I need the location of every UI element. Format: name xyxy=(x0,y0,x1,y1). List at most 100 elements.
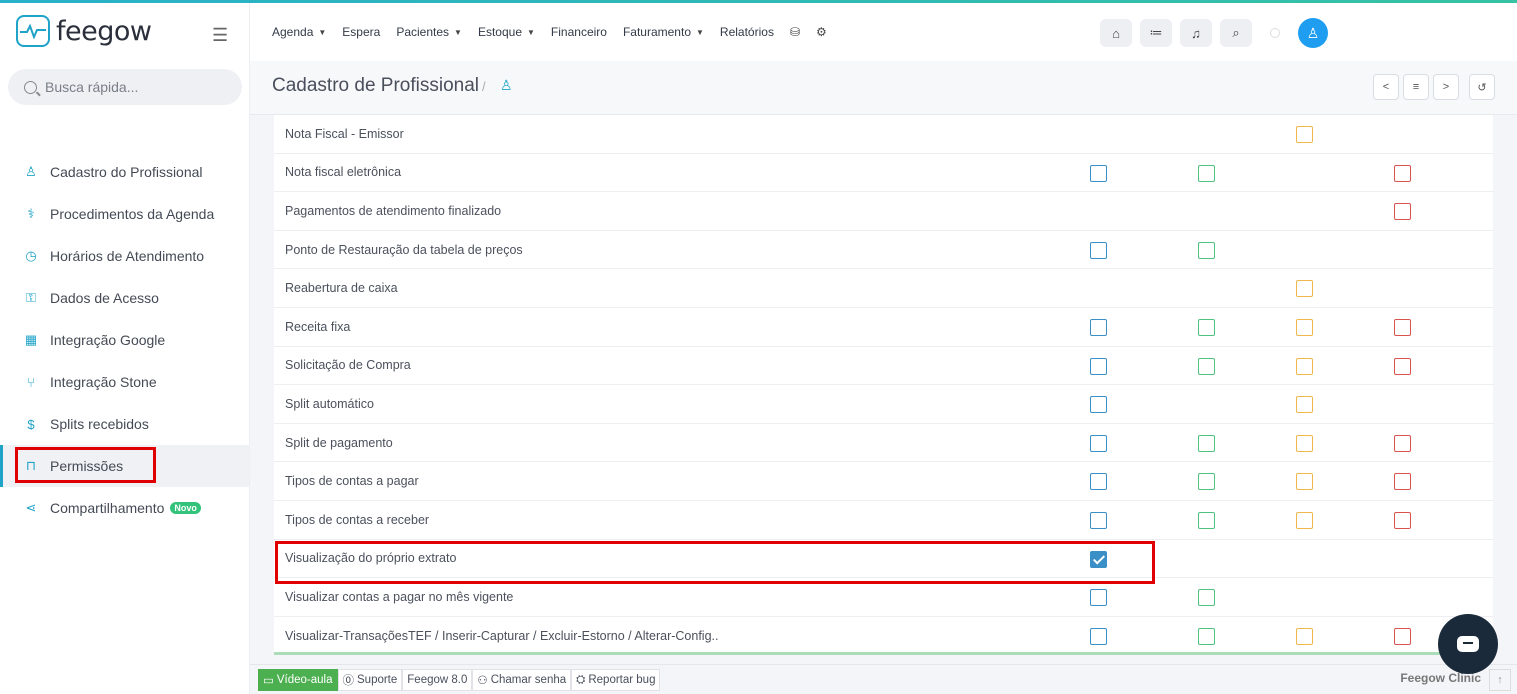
user-icon: ♙ xyxy=(500,77,513,93)
sidebar-item-label: Horários de Atendimento xyxy=(50,248,205,264)
sidebar-item-1[interactable]: ⚕ Procedimentos da Agenda xyxy=(0,193,249,235)
permission-checkbox-4[interactable] xyxy=(1394,318,1411,336)
sidebar-item-label: Cadastro do Profissional xyxy=(50,164,203,180)
previous-icon[interactable]: < xyxy=(1373,74,1399,100)
sidebar-item-7[interactable]: ⊓ Permissões xyxy=(0,445,249,487)
permission-label: Ponto de Restauração da tabela de preços xyxy=(285,242,523,257)
nav-item-label: Estoque xyxy=(477,25,522,39)
permission-checkbox-1[interactable] xyxy=(1090,511,1107,529)
permission-checkbox-2[interactable] xyxy=(1198,511,1215,529)
sidebar-item-0[interactable]: ♙ Cadastro do Profissional xyxy=(0,151,249,193)
user-avatar[interactable]: ♙ xyxy=(1298,18,1328,48)
permission-checkbox-2[interactable] xyxy=(1198,627,1215,645)
report-bug-button[interactable]: ⛭ Reportar bug xyxy=(571,669,661,691)
breadcrumb-separator: / xyxy=(482,79,486,94)
bug-icon: ⛭ xyxy=(576,673,586,686)
nav-item-5[interactable]: Faturamento ▼ xyxy=(623,25,704,39)
permission-checkbox-2[interactable] xyxy=(1198,434,1215,452)
permission-checkbox-4[interactable] xyxy=(1394,434,1411,452)
scroll-top-icon[interactable]: ↑ xyxy=(1489,669,1511,691)
sidebar-item-3[interactable]: ⚿ Dados de Acesso xyxy=(0,277,249,319)
chevron-down-icon: ▼ xyxy=(318,27,327,37)
nav-item-0[interactable]: Agenda ▼ xyxy=(272,25,326,39)
sidebar-item-label: Procedimentos da Agenda xyxy=(50,206,215,222)
nav-item-3[interactable]: Estoque ▼ xyxy=(478,25,535,39)
video-lesson-button[interactable]: ▭ Vídeo-aula xyxy=(258,669,338,691)
permission-checkbox-2[interactable] xyxy=(1198,241,1215,259)
permission-checkbox-2[interactable] xyxy=(1198,473,1215,491)
video-icon: ▭ xyxy=(263,675,274,687)
next-icon[interactable]: > xyxy=(1433,74,1459,100)
permission-checkbox-4[interactable] xyxy=(1394,357,1411,375)
permission-label: Visualização do próprio extrato xyxy=(285,551,457,566)
sidebar-item-8[interactable]: ⋖ Compartilhamento Novo xyxy=(0,487,249,529)
permission-checkbox-3[interactable] xyxy=(1296,473,1313,491)
permission-checkbox-2[interactable] xyxy=(1198,164,1215,182)
header-tools: ⌂ ≔ ♫ ⌕ ♙ xyxy=(1100,18,1328,48)
permission-checkbox-3[interactable] xyxy=(1296,280,1313,298)
quick-search[interactable] xyxy=(8,69,242,105)
brand-logo[interactable]: feegow xyxy=(16,15,152,47)
permission-checkbox-3[interactable] xyxy=(1296,396,1313,414)
permission-checkbox-2[interactable] xyxy=(1198,589,1215,607)
permission-checkbox-4[interactable] xyxy=(1394,627,1411,645)
chat-launcher-button[interactable] xyxy=(1438,614,1498,674)
permission-checkbox-1[interactable] xyxy=(1090,318,1107,336)
nav-item-label: Agenda xyxy=(272,25,314,39)
permission-checkbox-1[interactable] xyxy=(1090,396,1107,414)
search-input[interactable] xyxy=(45,79,225,95)
permission-checkbox-2[interactable] xyxy=(1198,357,1215,375)
support-button[interactable]: ⓪ Suporte xyxy=(337,669,403,691)
chevron-down-icon: ▼ xyxy=(696,27,704,37)
inbox-icon[interactable]: ⌂ xyxy=(1100,19,1132,47)
nav-item-1[interactable]: Espera xyxy=(342,25,380,39)
permission-checkbox-2[interactable] xyxy=(1198,318,1215,336)
permission-checkbox-4[interactable] xyxy=(1394,511,1411,529)
permission-row: Visualizar-TransaçõesTEF / Inserir-Captu… xyxy=(274,617,1493,655)
list-icon[interactable]: ≡ xyxy=(1403,74,1429,100)
permission-checkbox-1[interactable] xyxy=(1090,241,1107,259)
permission-checkbox-3[interactable] xyxy=(1296,126,1313,143)
bell-icon[interactable]: ♫ xyxy=(1180,19,1212,47)
chat-bubble-icon xyxy=(1457,636,1479,652)
hamburger-menu-icon[interactable]: ☰ xyxy=(212,25,228,46)
permission-checkbox-3[interactable] xyxy=(1296,357,1313,375)
database-icon[interactable]: ⛁ xyxy=(790,25,800,39)
call-password-button[interactable]: ⚇ Chamar senha xyxy=(472,669,572,691)
permission-checkbox-1[interactable] xyxy=(1090,473,1107,491)
permission-row: Split de pagamento xyxy=(274,424,1493,463)
permission-checkbox-3[interactable] xyxy=(1296,318,1313,336)
permission-checkbox-4[interactable] xyxy=(1394,203,1411,221)
permission-checkbox-4[interactable] xyxy=(1394,473,1411,491)
permission-rows: Nota Fiscal - Emissor Nota fiscal eletrôn… xyxy=(274,115,1493,655)
permission-row: Solicitação de Compra xyxy=(274,347,1493,386)
nav-item-6[interactable]: Relatórios xyxy=(720,25,774,39)
permission-checkbox-1[interactable] xyxy=(1090,357,1107,375)
permission-checkbox-1[interactable] xyxy=(1090,627,1107,645)
permission-checkbox-4[interactable] xyxy=(1394,164,1411,182)
stethoscope-icon: ⚕ xyxy=(27,206,35,221)
permission-label: Solicitação de Compra xyxy=(285,358,411,373)
permission-checkbox-1[interactable] xyxy=(1090,550,1107,568)
nav-item-4[interactable]: Financeiro xyxy=(551,25,607,39)
sidebar-item-4[interactable]: ▦ Integração Google xyxy=(0,319,249,361)
gear-icon[interactable]: ⚙ xyxy=(816,25,827,39)
history-icon[interactable]: ↺ xyxy=(1469,74,1495,100)
nav-item-2[interactable]: Pacientes ▼ xyxy=(396,25,462,39)
permission-row: Tipos de contas a pagar xyxy=(274,462,1493,501)
permission-checkbox-1[interactable] xyxy=(1090,434,1107,452)
table-bottom-border xyxy=(274,652,1493,655)
permission-checkbox-3[interactable] xyxy=(1296,627,1313,645)
sidebar-item-6[interactable]: $ Splits recebidos xyxy=(0,403,249,445)
permissions-table: Nota Fiscal - Emissor Nota fiscal eletrôn… xyxy=(274,115,1493,655)
sidebar-item-5[interactable]: ⑂ Integração Stone xyxy=(0,361,249,403)
checklist-icon[interactable]: ≔ xyxy=(1140,19,1172,47)
permission-checkbox-3[interactable] xyxy=(1296,434,1313,452)
sidebar-item-2[interactable]: ◷ Horários de Atendimento xyxy=(0,235,249,277)
help-icon: ⓪ xyxy=(342,675,355,687)
clock-icon: ◷ xyxy=(25,248,37,263)
permission-checkbox-1[interactable] xyxy=(1090,164,1107,182)
permission-checkbox-1[interactable] xyxy=(1090,589,1107,607)
permission-checkbox-3[interactable] xyxy=(1296,511,1313,529)
chat-icon[interactable]: ⌕ xyxy=(1220,19,1252,47)
